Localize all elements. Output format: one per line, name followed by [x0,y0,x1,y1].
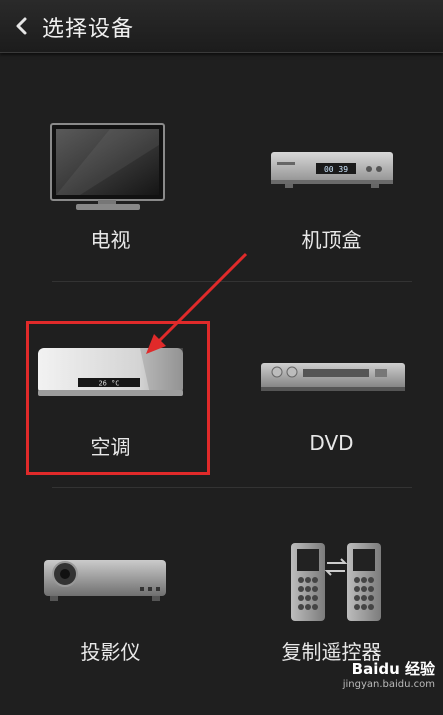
watermark-logo: Baidu 经验 [351,660,435,678]
watermark-url: jingyan.baidu.com [342,679,435,690]
watermark: Baidu 经验 jingyan.baidu.com [343,658,435,690]
annotation-arrow [146,252,248,354]
